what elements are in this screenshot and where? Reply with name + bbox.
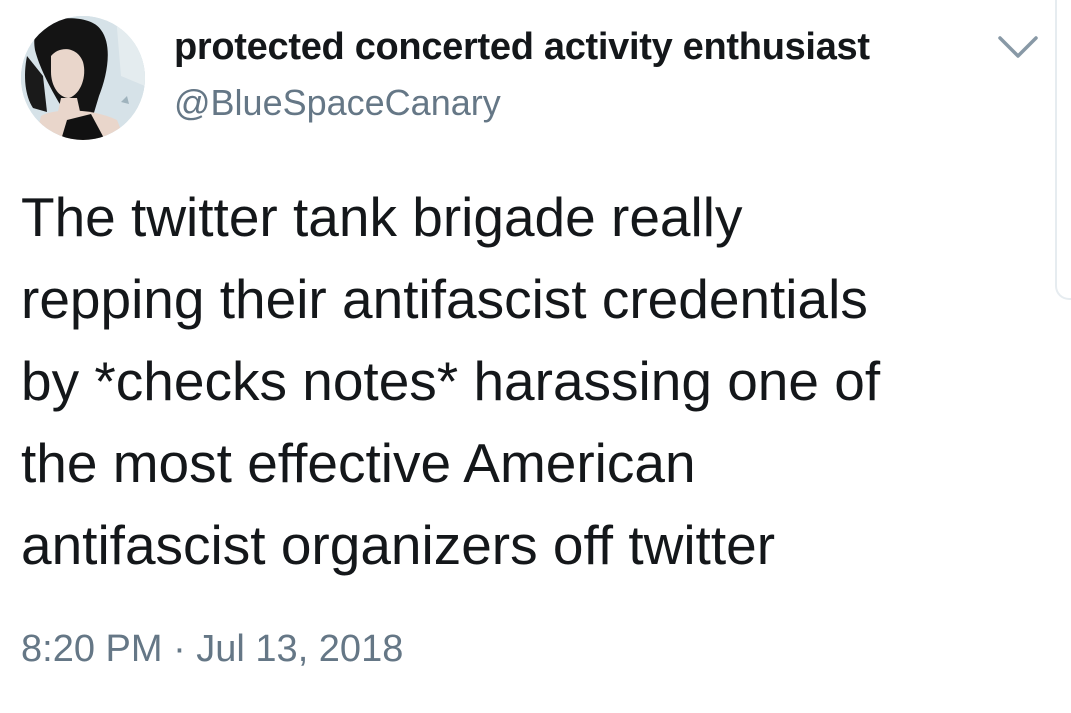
tweet-text-line: antifascist organizers off twitter [21, 514, 776, 576]
chevron-down-icon[interactable] [996, 32, 1040, 62]
tweet-text-line: the most effective American [21, 432, 696, 494]
tweet-text: The twitter tank brigade really repping … [21, 176, 1031, 586]
profile-avatar[interactable] [21, 16, 145, 140]
author-handle[interactable]: @BlueSpaceCanary [174, 82, 501, 124]
tweet-text-line: The twitter tank brigade really [21, 186, 743, 248]
tweet-text-line: repping their antifascist credentials [21, 268, 868, 330]
tweet-timestamp[interactable]: 8:20 PM · Jul 13, 2018 [21, 628, 403, 671]
author-display-name[interactable]: protected concerted activity enthusiast [174, 26, 870, 69]
tweet-card: protected concerted activity enthusiast … [0, 0, 1071, 713]
tweet-text-line: by *checks notes* harassing one of [21, 350, 881, 412]
scrollbar-track [1055, 0, 1071, 300]
